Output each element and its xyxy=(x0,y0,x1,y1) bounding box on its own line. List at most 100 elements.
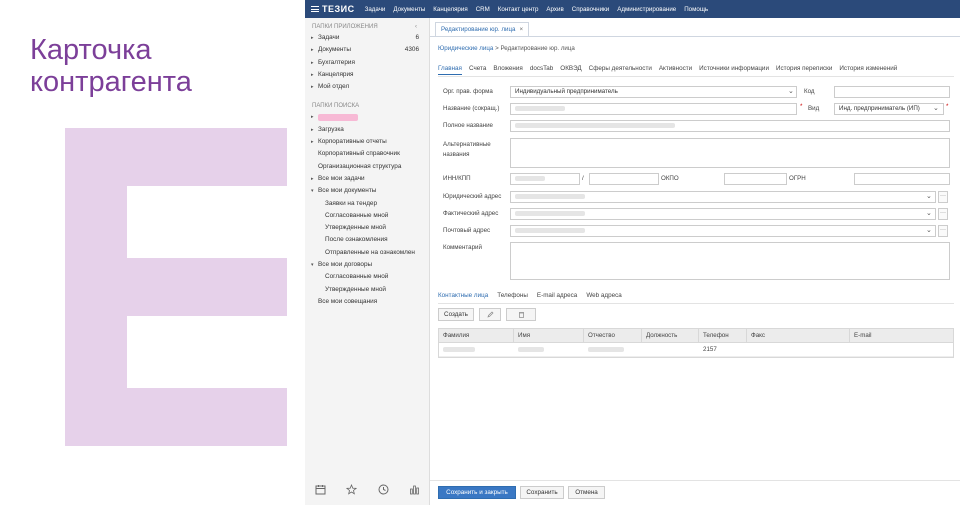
type-select[interactable]: Инд. предприниматель (ИП) xyxy=(834,103,944,115)
sidebar-item-my-department[interactable]: ▸ Мой отдел xyxy=(305,81,429,93)
column-header-fax[interactable]: Факс xyxy=(747,329,850,342)
alt-names-textarea[interactable] xyxy=(510,138,950,168)
tab-okved[interactable]: ОКВЭД xyxy=(560,65,581,75)
tab-change-history[interactable]: История изменений xyxy=(839,65,897,75)
sidebar-item-contracts-approved[interactable]: Утвержденные мной xyxy=(305,284,429,296)
chevron-right-icon: ▸ xyxy=(311,47,314,54)
column-header-firstname[interactable]: Имя xyxy=(514,329,584,342)
save-button[interactable]: Сохранить xyxy=(520,486,564,499)
column-header-lastname[interactable]: Фамилия xyxy=(439,329,514,342)
sidebar-item-agreed-by-me[interactable]: Согласованные мной xyxy=(305,210,429,222)
bar-chart-icon[interactable] xyxy=(409,484,420,498)
sidebar-item-accounting[interactable]: ▸ Бухгалтерия xyxy=(305,57,429,69)
calendar-icon[interactable] xyxy=(315,484,326,498)
sidebar-item-all-my-tasks[interactable]: ▸ Все мои задачи xyxy=(305,173,429,185)
menu-archive[interactable]: Архив xyxy=(542,6,567,13)
breadcrumb-link-legal-entities[interactable]: Юридические лица xyxy=(438,45,493,52)
menu-office[interactable]: Канцелярия xyxy=(429,6,471,13)
menu-administration[interactable]: Администрирование xyxy=(613,6,680,13)
comment-textarea[interactable] xyxy=(510,242,950,280)
slide-title-line2: контрагента xyxy=(30,66,192,98)
menu-help[interactable]: Помощь xyxy=(680,6,712,13)
sidebar-item-org-structure[interactable]: Организационная структура xyxy=(305,161,429,173)
chevron-icon: ▸ xyxy=(311,139,314,146)
tab-phones[interactable]: Телефоны xyxy=(497,292,528,299)
tab-accounts[interactable]: Счета xyxy=(469,65,486,75)
slide-title: Карточка контрагента xyxy=(30,34,290,98)
ogrn-input[interactable] xyxy=(854,173,950,185)
legal-address-input[interactable] xyxy=(510,191,936,203)
star-icon[interactable] xyxy=(346,483,358,498)
more-button[interactable]: ··· xyxy=(938,225,948,237)
sidebar-item-all-my-meetings[interactable]: Все мои совещания xyxy=(305,296,429,308)
column-header-phone[interactable]: Телефон xyxy=(699,329,747,342)
sidebar-item-tasks[interactable]: ▸ Задачи 6 xyxy=(305,32,429,44)
top-nav: Задачи Документы Канцелярия CRM Контакт … xyxy=(361,6,713,13)
sidebar-item-tender-requests[interactable]: Заявки на тендер xyxy=(305,198,429,210)
tab-activities[interactable]: Активности xyxy=(659,65,692,75)
main-panel: Редактирование юр. лица × Юридические ли… xyxy=(430,18,960,505)
chevron-right-icon: ▸ xyxy=(311,59,314,66)
sidebar-item-upload[interactable]: ▸ Загрузка xyxy=(305,124,429,136)
sidebar-item-all-my-documents[interactable]: ▾ Все мои документы xyxy=(305,185,429,197)
full-name-input[interactable] xyxy=(510,120,950,132)
tab-edit-legal-entity[interactable]: Редактирование юр. лица × xyxy=(435,22,530,36)
menu-contact-center[interactable]: Контакт центр xyxy=(494,6,543,13)
contact-tabs: Контактные лица Телефоны E-mail адреса W… xyxy=(438,292,622,299)
tab-docstab[interactable]: docsTab xyxy=(530,65,553,75)
sidebar-item-corporate-reports[interactable]: ▸ Корпоративные отчеты xyxy=(305,136,429,148)
sidebar-item-redacted[interactable]: ▸ xyxy=(305,111,429,123)
app-logo[interactable]: ТЕЗИС xyxy=(305,4,361,14)
delete-button[interactable] xyxy=(506,308,536,321)
code-input[interactable] xyxy=(834,86,950,98)
required-mark: * xyxy=(800,103,803,110)
legal-form-select[interactable]: Индивидуальный предприниматель xyxy=(510,86,797,98)
inn-input[interactable] xyxy=(510,173,580,185)
short-name-input[interactable] xyxy=(510,103,797,115)
chevron-right-icon: ▸ xyxy=(311,84,314,91)
create-button[interactable]: Создать xyxy=(438,308,474,321)
clock-icon[interactable] xyxy=(378,484,389,498)
sidebar-item-office[interactable]: ▸ Канцелярия xyxy=(305,69,429,81)
close-icon[interactable]: × xyxy=(519,26,523,33)
menu-tasks[interactable]: Задачи xyxy=(361,6,390,13)
search-folders-header: ПАПКИ ПОИСКА xyxy=(312,103,360,110)
sidebar-item-all-my-contracts[interactable]: ▾ Все мои договоры xyxy=(305,259,429,271)
column-header-position[interactable]: Должность xyxy=(642,329,699,342)
sidebar-item-approved-by-me[interactable]: Утвержденные мной xyxy=(305,222,429,234)
tab-info-sources[interactable]: Источники информации xyxy=(699,65,769,75)
more-button[interactable]: ··· xyxy=(938,191,948,203)
pencil-icon xyxy=(486,311,493,318)
kpp-input[interactable] xyxy=(589,173,659,185)
tab-attachments[interactable]: Вложения xyxy=(493,65,523,75)
collapse-icon[interactable]: ‹ xyxy=(415,24,417,30)
menu-documents[interactable]: Документы xyxy=(389,6,429,13)
edit-button[interactable] xyxy=(479,308,501,321)
menu-crm[interactable]: CRM xyxy=(472,6,494,13)
okpo-input[interactable] xyxy=(724,173,787,185)
table-row[interactable]: 2157 xyxy=(439,343,953,357)
chevron-down-icon: ⌄ xyxy=(788,88,794,95)
sidebar-item-sent-for-review[interactable]: Отправленные на ознакомлен xyxy=(305,247,429,259)
sidebar-item-contracts-agreed[interactable]: Согласованные мной xyxy=(305,271,429,283)
column-header-middlename[interactable]: Отчество xyxy=(584,329,642,342)
sidebar-item-corporate-directory[interactable]: Корпоративный справочник xyxy=(305,148,429,160)
tab-contact-persons[interactable]: Контактные лица xyxy=(438,292,488,299)
menu-references[interactable]: Справочники xyxy=(568,6,613,13)
actual-address-label: Фактический адрес xyxy=(443,210,499,217)
sidebar-item-documents[interactable]: ▸ Документы 4306 xyxy=(305,44,429,56)
save-and-close-button[interactable]: Сохранить и закрыть xyxy=(438,486,516,499)
tab-emails[interactable]: E-mail адреса xyxy=(537,292,577,299)
column-header-email[interactable]: E-mail xyxy=(850,329,953,342)
more-button[interactable]: ··· xyxy=(938,208,948,220)
tab-main[interactable]: Главная xyxy=(438,65,462,75)
redacted-label xyxy=(318,114,358,122)
tab-correspondence-history[interactable]: История переписки xyxy=(776,65,832,75)
actual-address-input[interactable] xyxy=(510,208,936,220)
tab-activity-spheres[interactable]: Сферы деятельности xyxy=(589,65,652,75)
cancel-button[interactable]: Отмена xyxy=(568,486,605,499)
tab-web-addresses[interactable]: Web адреса xyxy=(586,292,621,299)
sidebar-item-after-review[interactable]: После ознакомления xyxy=(305,234,429,246)
postal-address-input[interactable] xyxy=(510,225,936,237)
apps-folders-header: ПАПКИ ПРИЛОЖЕНИЯ ‹ xyxy=(312,24,417,30)
